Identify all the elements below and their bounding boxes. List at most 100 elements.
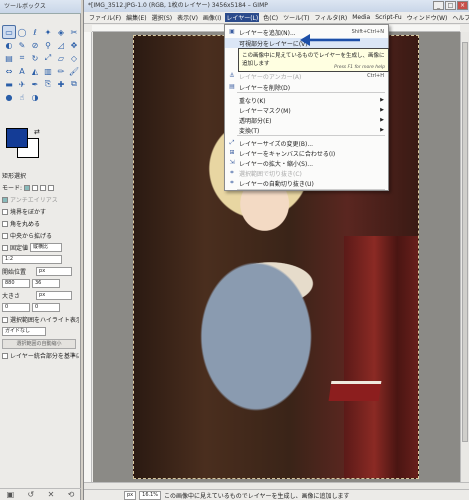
menu-11[interactable]: ウィンドウ(W)	[406, 13, 449, 22]
menu-9[interactable]: Media	[351, 14, 371, 21]
highlight-checkbox[interactable]	[2, 316, 8, 323]
position-y-field[interactable]: 36	[32, 279, 60, 288]
layer-menu-item-8[interactable]: 変換(T) ▶	[225, 125, 388, 135]
flip-icon[interactable]: ⇔	[3, 65, 15, 77]
measure-icon[interactable]: ◿	[55, 39, 67, 51]
unit-select[interactable]: px	[124, 490, 137, 500]
perspective-clone-icon[interactable]: ⧉	[68, 78, 80, 90]
status-bar: px 16.1% この画像中に見えているものでレイヤーを生成し、画像に追加します	[84, 489, 469, 500]
size-h-field[interactable]: 0	[32, 303, 60, 312]
ellipse-select-icon[interactable]: ◯	[16, 26, 28, 38]
move-icon[interactable]: ✥	[68, 39, 80, 51]
position-unit-select[interactable]: px	[36, 267, 73, 276]
guides-select[interactable]: ガイドなし	[2, 327, 46, 336]
eraser-icon[interactable]: ▬	[3, 78, 15, 90]
photo-small-book	[328, 381, 382, 401]
color-select-icon[interactable]: ◈	[55, 26, 67, 38]
crop-icon[interactable]: ⌗	[16, 52, 28, 64]
shear-icon[interactable]: ▱	[55, 52, 67, 64]
paintbrush-icon[interactable]: 🖌	[68, 65, 80, 77]
menu-10[interactable]: Script-Fu	[374, 14, 403, 21]
lasso-icon[interactable]: ℓ	[29, 26, 41, 38]
save-options-icon[interactable]: ▣	[7, 490, 15, 499]
menu-8[interactable]: フィルタ(R)	[313, 13, 348, 22]
ink-icon[interactable]: ✒	[29, 78, 41, 90]
layer-menu-item-13[interactable]: ⌗ レイヤーの自動切り抜き(U)	[225, 178, 388, 188]
menu-5[interactable]: レイヤー(L)	[225, 13, 260, 22]
merged-checkbox[interactable]	[2, 352, 8, 359]
layer-menu-item-5[interactable]: 重なり(K) ▶	[225, 95, 388, 105]
rotate-icon[interactable]: ↻	[29, 52, 41, 64]
pencil-icon[interactable]: ✏	[55, 65, 67, 77]
layer-menu-item-11[interactable]: ⇲ レイヤーの拡大・縮小(S)...	[225, 158, 388, 168]
mode-intersect-button[interactable]	[48, 184, 55, 191]
smudge-icon[interactable]: ☝	[16, 91, 28, 103]
swap-colors-icon[interactable]: ⇄	[34, 128, 40, 136]
paths-icon[interactable]: ✎	[16, 39, 28, 51]
zoom-select[interactable]: 16.1%	[139, 490, 162, 500]
menu-7[interactable]: ツール(T)	[282, 13, 310, 22]
reset-options-icon[interactable]: ⟲	[68, 490, 75, 499]
image-window-title: *[IMG_3512.JPG-1.0 (RGB, 1枚のレイヤー) 3456x5…	[88, 2, 268, 9]
vertical-scroll-thumb[interactable]	[462, 42, 468, 442]
perspective-icon[interactable]: ◇	[68, 52, 80, 64]
size-unit-select[interactable]: px	[36, 291, 73, 300]
mode-subtract-button[interactable]	[40, 184, 47, 191]
antialias-checkbox[interactable]	[2, 196, 8, 203]
clone-icon[interactable]: ⎘	[42, 78, 54, 90]
layer-menu-item-4[interactable]: ▤ レイヤーを削除(D)	[225, 82, 388, 92]
expand-checkbox[interactable]	[2, 232, 8, 239]
scale-icon[interactable]: ⤢	[42, 52, 54, 64]
text-icon[interactable]: A	[16, 65, 28, 77]
layer-menu-item-9[interactable]: ⤢ レイヤーサイズの変更(B)...	[225, 138, 388, 148]
fixed-select[interactable]: 縦横比	[30, 243, 63, 252]
position-x-field[interactable]: 880	[2, 279, 30, 288]
maximize-button[interactable]: □	[445, 1, 456, 10]
anchor-icon: ⚓	[229, 72, 235, 79]
menu-12[interactable]: ヘルプ(H)	[451, 13, 469, 22]
layer-menu-item-7[interactable]: 透明部分(E) ▶	[225, 115, 388, 125]
bucket-fill-icon[interactable]: ◭	[29, 65, 41, 77]
layer-menu-item-6[interactable]: レイヤーマスク(M) ▶	[225, 105, 388, 115]
blend-icon[interactable]: ▥	[42, 65, 54, 77]
menu-6[interactable]: 色(C)	[262, 13, 279, 22]
menu-3[interactable]: 表示(V)	[176, 13, 199, 22]
layer-menu-item-10[interactable]: ⊞ レイヤーをキャンバスに合わせる(I)	[225, 148, 388, 158]
color-picker-icon[interactable]: ⊘	[29, 39, 41, 51]
feather-checkbox[interactable]	[2, 208, 8, 215]
foreground-color-swatch[interactable]	[6, 128, 28, 148]
delete-options-icon[interactable]: ✕	[48, 490, 55, 499]
horizontal-scrollbar[interactable]	[84, 482, 469, 489]
zoom-icon[interactable]: ⚲	[42, 39, 54, 51]
menu-1[interactable]: 編集(E)	[125, 13, 147, 22]
airbrush-icon[interactable]: ✈	[16, 78, 28, 90]
fuzzy-select-icon[interactable]: ✦	[42, 26, 54, 38]
dodge-icon[interactable]: ◑	[29, 91, 41, 103]
align-icon[interactable]: ▤	[3, 52, 15, 64]
rect-select-icon[interactable]: ▭	[2, 25, 16, 39]
restore-options-icon[interactable]: ↺	[28, 490, 35, 499]
heal-icon[interactable]: ✚	[55, 78, 67, 90]
scissors-icon[interactable]: ✂	[68, 26, 80, 38]
layer-menu-label: レイヤーを削除(D)	[239, 84, 291, 92]
auto-shrink-button[interactable]: 選択範囲の自動縮小	[2, 338, 76, 349]
fixed-checkbox[interactable]	[2, 244, 8, 251]
size-w-field[interactable]: 0	[2, 303, 30, 312]
highlight-label: 選択範囲をハイライト表示	[10, 317, 79, 324]
layer-menu-label: 重なり(K)	[239, 97, 266, 105]
mode-replace-button[interactable]	[24, 184, 31, 191]
vertical-scrollbar[interactable]	[460, 32, 469, 482]
menu-0[interactable]: ファイル(F)	[88, 13, 122, 22]
minimize-button[interactable]: _	[433, 1, 444, 10]
close-button[interactable]: ×	[457, 1, 468, 10]
mode-add-button[interactable]	[32, 184, 39, 191]
blur-icon[interactable]: ●	[3, 91, 15, 103]
foreground-select-icon[interactable]: ◐	[3, 39, 15, 51]
rounded-checkbox[interactable]	[2, 220, 8, 227]
layer-menu-item-12[interactable]: ⌗ 選択範囲で切り抜き(C)	[225, 168, 388, 178]
position-label: 開始位置	[2, 269, 27, 276]
menu-4[interactable]: 画像(I)	[202, 13, 222, 22]
layer-menu-item-3[interactable]: ⚓ レイヤーのアンカー(A) Ctrl+H	[225, 71, 388, 81]
menu-2[interactable]: 選択(S)	[151, 13, 174, 22]
ratio-field[interactable]: 1:2	[2, 255, 62, 264]
